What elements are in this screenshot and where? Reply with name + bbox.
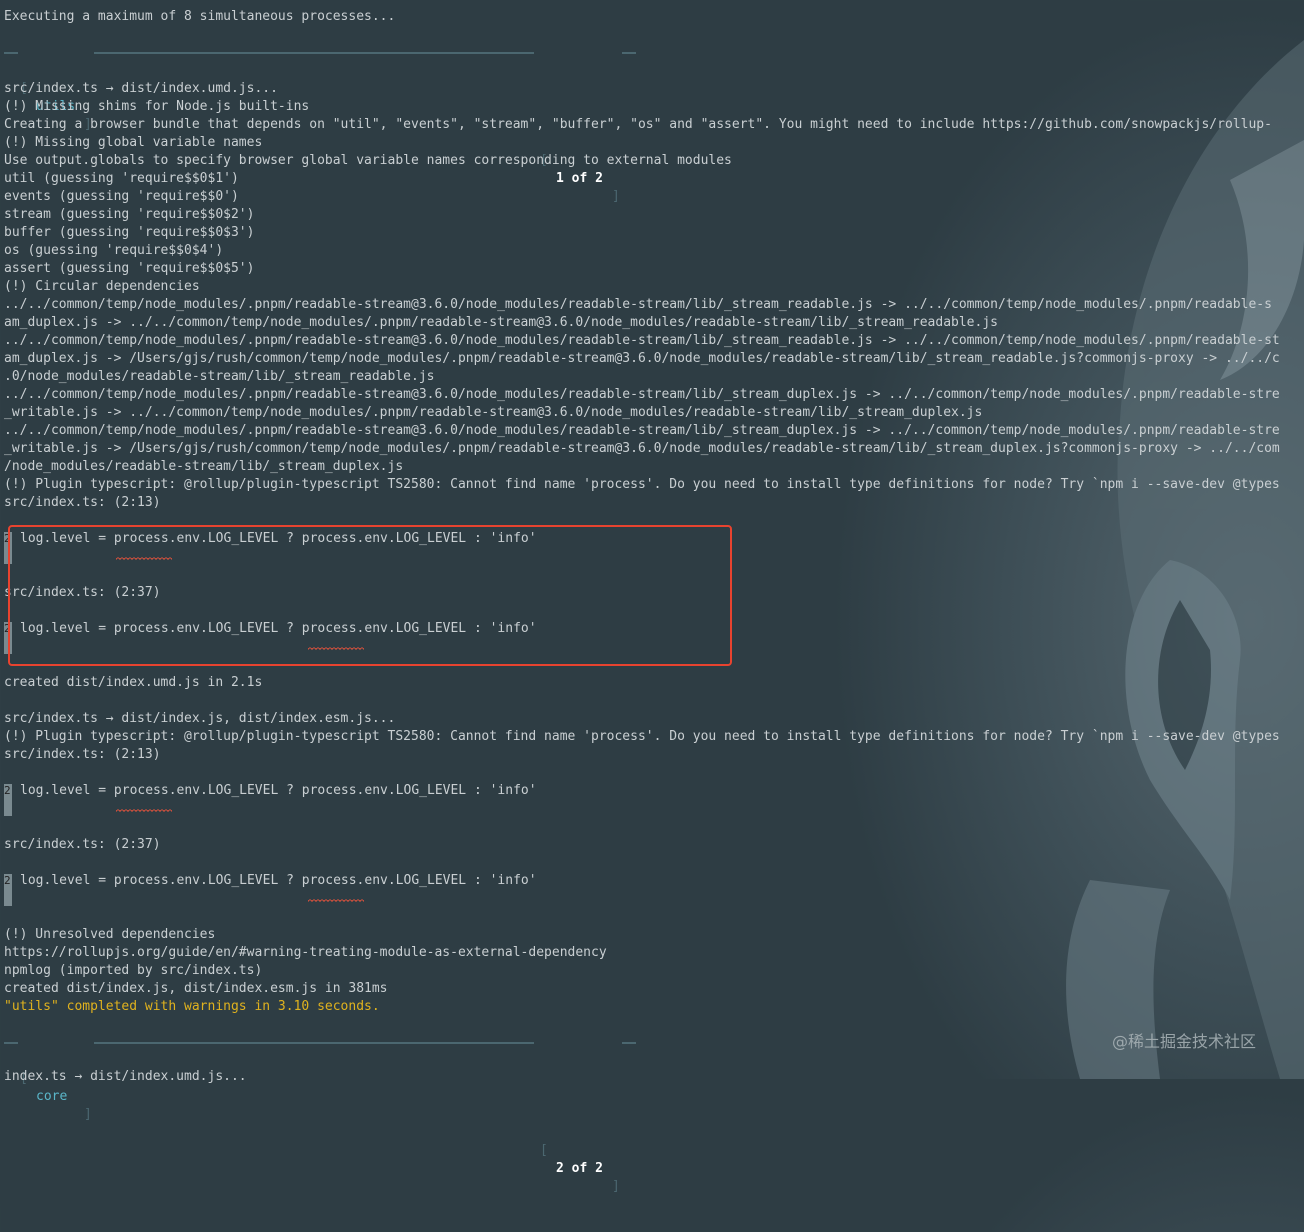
terminal-line: src/index.ts → dist/index.js, dist/index…	[4, 711, 396, 726]
project-counter: 2 of 2	[556, 1161, 603, 1176]
error-squiggle	[116, 808, 172, 812]
terminal-line: src/index.ts: (2:13)	[4, 747, 161, 762]
terminal-header-line: Executing a maximum of 8 simultaneous pr…	[4, 9, 396, 24]
terminal-line: events (guessing 'require$$0')	[4, 189, 239, 204]
terminal-line: (!) Circular dependencies	[4, 279, 200, 294]
terminal-line: /node_modules/readable-stream/lib/_strea…	[4, 459, 404, 474]
terminal-line: stream (guessing 'require$$0$2')	[4, 207, 255, 222]
terminal-line: created dist/index.js, dist/index.esm.js…	[4, 981, 388, 996]
terminal-line: _writable.js -> ../../common/temp/node_m…	[4, 405, 983, 420]
terminal-line: ../../common/temp/node_modules/.pnpm/rea…	[4, 333, 1280, 348]
terminal-line: (!) Missing global variable names	[4, 135, 263, 150]
terminal-line: index.ts → dist/index.umd.js...	[4, 1069, 247, 1084]
completion-message: "utils" completed with warnings in 3.10 …	[4, 999, 380, 1014]
project-separator-core: [ core ] [ 2 of 2 ]	[0, 1034, 640, 1194]
terminal-line: src/index.ts: (2:37)	[4, 837, 161, 852]
terminal-line: (!) Missing shims for Node.js built-ins	[4, 99, 310, 114]
project-name: core	[36, 1089, 68, 1104]
project-separator-utils: [ utils ] [ 1 of 2 ]	[0, 44, 640, 204]
terminal-line: _writable.js -> /Users/gjs/rush/common/t…	[4, 441, 1280, 456]
highlight-box	[8, 525, 732, 666]
line-number-gutter: 2	[4, 874, 12, 906]
terminal-line: Use output.globals to specify browser gl…	[4, 153, 732, 168]
terminal-line: created dist/index.umd.js in 2.1s	[4, 675, 263, 690]
terminal-line: npmlog (imported by src/index.ts)	[4, 963, 263, 978]
terminal-line: am_duplex.js -> ../../common/temp/node_m…	[4, 315, 998, 330]
terminal-line: os (guessing 'require$$0$4')	[4, 243, 224, 258]
terminal-line: ../../common/temp/node_modules/.pnpm/rea…	[4, 423, 1280, 438]
terminal-line: (!) Plugin typescript: @rollup/plugin-ty…	[4, 477, 1280, 492]
terminal-line: Creating a browser bundle that depends o…	[4, 117, 1272, 132]
terminal-output: Executing a maximum of 8 simultaneous pr…	[0, 0, 1304, 1194]
terminal-line: .0/node_modules/readable-stream/lib/_str…	[4, 369, 435, 384]
terminal-line: src/index.ts: (2:13)	[4, 495, 161, 510]
error-squiggle	[308, 898, 364, 902]
line-number-gutter: 2	[4, 784, 12, 816]
terminal-line: (!) Plugin typescript: @rollup/plugin-ty…	[4, 729, 1280, 744]
terminal-line: util (guessing 'require$$0$1')	[4, 171, 239, 186]
terminal-line: (!) Unresolved dependencies	[4, 927, 216, 942]
terminal-line: https://rollupjs.org/guide/en/#warning-t…	[4, 945, 607, 960]
terminal-line: ../../common/temp/node_modules/.pnpm/rea…	[4, 297, 1272, 312]
terminal-line: assert (guessing 'require$$0$5')	[4, 261, 255, 276]
code-snippet-line: log.level = process.env.LOG_LEVEL ? proc…	[20, 873, 537, 888]
code-snippet-line: log.level = process.env.LOG_LEVEL ? proc…	[20, 783, 537, 798]
project-counter: 1 of 2	[556, 171, 603, 186]
terminal-line: am_duplex.js -> /Users/gjs/rush/common/t…	[4, 351, 1280, 366]
terminal-line: src/index.ts → dist/index.umd.js...	[4, 81, 278, 96]
terminal-line: ../../common/temp/node_modules/.pnpm/rea…	[4, 387, 1280, 402]
terminal-line: buffer (guessing 'require$$0$3')	[4, 225, 255, 240]
